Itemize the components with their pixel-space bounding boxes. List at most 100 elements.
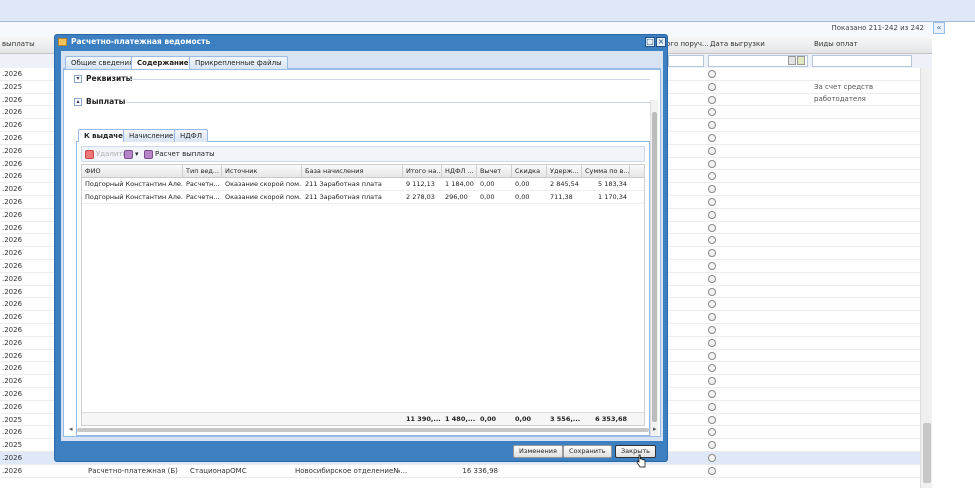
column-header-order[interactable]: ого поруч... — [666, 40, 709, 48]
row-date: .2026 — [2, 402, 23, 411]
tab-ndfl[interactable]: НДФЛ — [174, 129, 209, 142]
column-header-accrual-base[interactable]: База начисления — [302, 165, 403, 178]
cell-total-accrued: 2 278,03 — [406, 193, 435, 201]
status-icon — [708, 185, 716, 194]
column-header-deduction[interactable]: Вычет — [477, 165, 512, 178]
scrollbar-thumb[interactable] — [77, 428, 649, 432]
chevron-down-icon: ▾ — [135, 150, 139, 158]
close-icon[interactable]: × — [656, 37, 666, 47]
status-icon — [708, 82, 716, 91]
actions-dropdown-button[interactable]: ▾ — [124, 149, 139, 160]
filter-payment-types-field[interactable] — [812, 55, 912, 67]
background-vertical-scrollbar[interactable] — [920, 68, 932, 488]
table-row[interactable]: .2026 Расчетно-платежная (Б) СтационарОМ… — [0, 465, 920, 478]
column-header-source[interactable]: Источник — [222, 165, 302, 178]
row-date: .2026 — [2, 108, 23, 117]
cell-withheld: 711,38 — [550, 193, 573, 201]
content-panel: ▾ Реквизиты ▴ Выплаты К выдаче Начислени… — [63, 69, 661, 437]
payroll-statement-window: Расчетно-платежная ведомость □ × Общие с… — [54, 34, 668, 462]
status-icon — [708, 351, 716, 360]
status-icon — [708, 95, 716, 104]
column-header-total-accrued[interactable]: Итого на... — [403, 165, 442, 178]
app-top-bar — [0, 0, 975, 22]
tab-general[interactable]: Общие сведения — [65, 56, 140, 69]
column-header-ndfl[interactable]: НДФЛ ... — [442, 165, 477, 178]
maximize-icon[interactable]: □ — [645, 37, 655, 47]
column-header-fio[interactable]: ФИО — [82, 165, 183, 178]
column-header-sum[interactable]: Сумма по в... — [582, 165, 630, 178]
cell-discount: 0,00 — [515, 180, 530, 188]
section-requisites[interactable]: ▾ Реквизиты — [74, 74, 650, 84]
section-requisites-label: Реквизиты — [86, 74, 133, 83]
window-title: Расчетно-платежная ведомость — [71, 37, 211, 46]
column-header-withheld[interactable]: Удерж... — [547, 165, 582, 178]
cell-fio: Подгорный Константин Але... — [85, 180, 183, 188]
delete-label: Удалить — [96, 150, 127, 158]
actions-icon — [124, 149, 133, 159]
row-date: .2026 — [2, 185, 23, 194]
cell-discount: 0,00 — [515, 193, 530, 201]
main-tabbar: Общие сведения Содержание Прикрепленные … — [63, 53, 661, 70]
row-date: .2026 — [2, 274, 23, 283]
calculate-payment-button[interactable]: Расчет выплаты — [144, 149, 215, 160]
column-header-payment-types[interactable]: Виды оплат — [814, 40, 858, 48]
panel-horizontal-scrollbar[interactable]: ◂ ▸ — [69, 425, 659, 435]
collapse-panel-button[interactable]: « — [933, 22, 945, 34]
cell-deduction: 0,00 — [480, 193, 495, 201]
hand-cursor-icon — [636, 454, 646, 468]
changes-button[interactable]: Изменения — [513, 445, 563, 458]
scroll-left-icon[interactable]: ◂ — [69, 425, 73, 433]
tab-accrual[interactable]: Начисление — [123, 129, 180, 142]
row-date: .2026 — [2, 287, 23, 296]
panel-vertical-scrollbar[interactable] — [650, 100, 658, 436]
status-icon — [708, 197, 716, 206]
to-issue-panel: Удалить ▾ Расчет выплаты ФИО Тип вед... … — [76, 142, 650, 436]
scroll-right-icon[interactable]: ▸ — [653, 425, 657, 433]
column-header-discount[interactable]: Скидка — [512, 165, 547, 178]
row-date: .2025 — [2, 415, 23, 424]
status-icon — [708, 441, 716, 450]
table-row[interactable]: Подгорный Константин Але... Расчетн... О… — [82, 191, 644, 204]
tab-content[interactable]: Содержание — [131, 56, 195, 70]
cell-ndfl: 296,00 — [445, 193, 468, 201]
calculate-payment-label: Расчет выплаты — [155, 150, 215, 158]
scrollbar-thumb[interactable] — [923, 423, 931, 483]
calendar-icon[interactable] — [788, 56, 796, 65]
row-date: .2026 — [2, 377, 23, 386]
status-icon — [708, 364, 716, 373]
table-row[interactable]: Подгорный Константин Але... Расчетн... О… — [82, 178, 644, 191]
column-header-export-date[interactable]: Дата выгрузки — [710, 40, 765, 48]
divider — [126, 102, 650, 103]
column-header-statement-type[interactable]: Тип вед... — [183, 165, 222, 178]
tab-to-issue[interactable]: К выдаче — [78, 129, 129, 142]
section-payments[interactable]: ▴ Выплаты — [74, 97, 650, 107]
status-icon — [708, 108, 716, 117]
row-date: .2026 — [2, 236, 23, 245]
status-icon — [708, 121, 716, 130]
delete-icon — [85, 149, 94, 159]
row-date: .2026 — [2, 121, 23, 130]
delete-button[interactable]: Удалить — [85, 149, 127, 160]
cell-ndfl: 1 184,00 — [445, 180, 474, 188]
filter-order-field[interactable] — [668, 55, 704, 67]
row-date: .2026 — [2, 389, 23, 398]
scrollbar-thumb[interactable] — [652, 112, 657, 422]
tab-attached-files[interactable]: Прикрепленные файлы — [189, 56, 288, 69]
clear-filter-icon[interactable] — [797, 56, 805, 65]
row-date: .2026 — [2, 159, 23, 168]
row-date: .2025 — [2, 82, 23, 91]
row-department: Новосибирское отделение№... — [295, 466, 408, 475]
collapse-icon[interactable]: ▴ — [74, 98, 82, 106]
section-payments-label: Выплаты — [86, 97, 126, 106]
grid-toolbar: Удалить ▾ Расчет выплаты — [81, 146, 645, 162]
cell-total-accrued: 9 112,13 — [406, 180, 435, 188]
cell-sum: 1 170,34 — [598, 193, 627, 201]
column-header-payout[interactable]: выплаты — [2, 40, 35, 48]
status-icon — [708, 210, 716, 219]
row-date: .2026 — [2, 133, 23, 142]
payments-tabbar: К выдаче Начисление НДФЛ — [76, 128, 650, 142]
save-button[interactable]: Сохранить — [563, 445, 612, 458]
status-icon — [708, 300, 716, 309]
expand-icon[interactable]: ▾ — [74, 75, 82, 83]
row-date: .2026 — [2, 172, 23, 181]
